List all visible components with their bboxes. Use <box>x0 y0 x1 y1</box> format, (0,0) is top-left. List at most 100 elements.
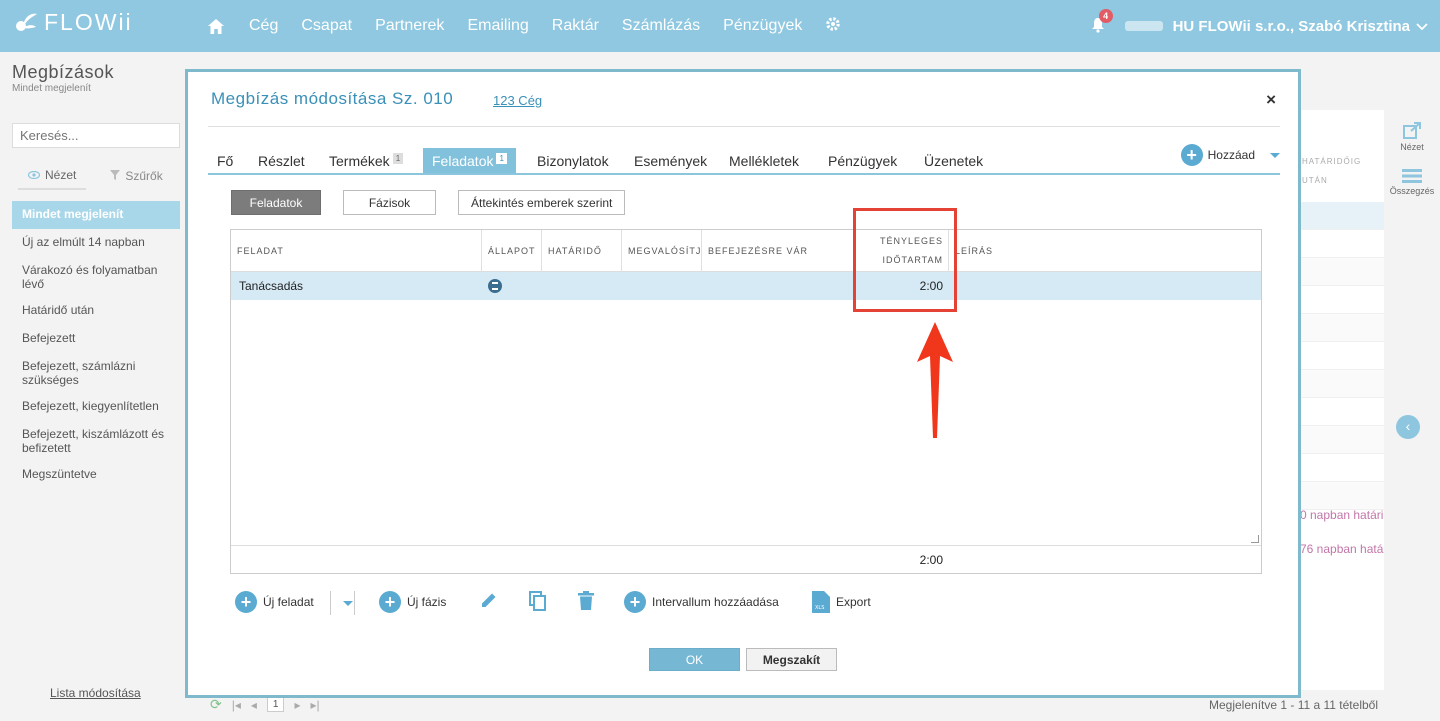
list-row[interactable] <box>1300 482 1384 510</box>
sidebar-item-finished-to-invoice[interactable]: Befejezett, számlázni szükséges <box>12 353 180 393</box>
bell-icon[interactable]: 4 <box>1091 9 1113 35</box>
nav-item-company[interactable]: Cég <box>249 17 278 35</box>
pager: ⟳ |◂ ◂ 1 ▸ ▸| <box>210 696 320 713</box>
list-row[interactable] <box>1300 370 1384 398</box>
tab-view[interactable]: Nézet <box>18 162 87 190</box>
next-page-icon[interactable]: ▸ <box>294 698 300 712</box>
tab-label: Termékek <box>329 153 390 169</box>
modal-tabs: Fő Részlet Termékek 1 Feladatok 1 Bizonyla… <box>208 144 1280 175</box>
list-row[interactable] <box>1300 230 1384 258</box>
subtab-phases[interactable]: Fázisok <box>343 190 436 215</box>
rail-view[interactable]: Nézet <box>1384 122 1440 152</box>
add-button[interactable]: + Hozzáad <box>1180 144 1280 166</box>
user-menu[interactable]: 4 HU FLOWii s.r.o., Szabó Krisztina <box>1091 0 1428 52</box>
flowii-logo[interactable]: FLOWii <box>12 9 133 36</box>
sidebar-item-finished-invoiced-paid[interactable]: Befejezett, kiszámlázott és befizetett <box>12 421 180 461</box>
background-list: HATÁRIDŐIG UTÁN 0 napban határi 76 napba… <box>1300 110 1384 690</box>
new-phase-button[interactable]: + Új fázis <box>379 591 446 613</box>
tab-filters[interactable]: Szűrők <box>100 162 172 190</box>
column-description[interactable]: LEÍRÁS <box>949 230 1261 272</box>
export-button[interactable]: XLS Export <box>812 591 871 613</box>
page-subtitle: Mindet megjelenít <box>12 83 91 94</box>
nav-item-team[interactable]: Csapat <box>301 17 352 35</box>
nav-item-partners[interactable]: Partnerek <box>375 17 444 35</box>
gear-icon[interactable] <box>825 16 841 37</box>
sidebar-item-finished[interactable]: Befejezett <box>12 325 180 353</box>
sidebar-item-finished-unpaid[interactable]: Befejezett, kiegyenlítetlen <box>12 393 180 421</box>
edit-list-link[interactable]: Lista módosítása <box>50 686 141 700</box>
subtab-tasks[interactable]: Feladatok <box>231 190 321 215</box>
sidebar-item-all[interactable]: Mindet megjelenít <box>12 201 180 229</box>
pencil-icon[interactable] <box>480 591 498 609</box>
tab-main[interactable]: Fő <box>208 148 242 173</box>
tab-events[interactable]: Események <box>625 148 716 173</box>
sidebar-item-waiting-in-progress[interactable]: Várakozó és folyamatban lévő <box>12 257 180 297</box>
close-icon[interactable]: × <box>1266 90 1276 110</box>
task-actions: + Új feladat + Új fázis + Intervallum ho… <box>235 591 1265 615</box>
tab-label: Feladatok <box>432 153 494 169</box>
tab-label: Fő <box>217 153 234 169</box>
ok-button[interactable]: OK <box>649 648 740 671</box>
sidebar-item-terminated[interactable]: Megszüntetve <box>12 461 180 489</box>
refresh-icon[interactable]: ⟳ <box>210 696 222 713</box>
tab-details[interactable]: Részlet <box>249 148 314 173</box>
list-row[interactable] <box>1300 258 1384 286</box>
tab-products[interactable]: Termékek 1 <box>320 148 412 173</box>
chevron-down-icon[interactable] <box>1416 18 1428 35</box>
list-row[interactable] <box>1300 314 1384 342</box>
first-page-icon[interactable]: |◂ <box>232 698 241 712</box>
new-task-label: Új feladat <box>263 595 314 609</box>
cancel-button[interactable]: Megszakít <box>746 648 837 671</box>
column-deadline[interactable]: HATÁRIDŐ <box>542 230 622 272</box>
plus-icon: + <box>1180 144 1203 166</box>
sidebar-item-overdue[interactable]: Határidő után <box>12 297 180 325</box>
nav-item-warehouse[interactable]: Raktár <box>552 17 599 35</box>
divider <box>330 591 331 615</box>
chevron-left-icon[interactable]: ‹ <box>1396 415 1420 439</box>
resize-handle[interactable] <box>1251 535 1259 543</box>
tab-attachments[interactable]: Mellékletek <box>720 148 808 173</box>
brand-name: FLOWii <box>44 9 133 35</box>
page-number[interactable]: 1 <box>266 697 285 712</box>
new-task-button[interactable]: + Új feladat <box>235 591 314 613</box>
caret-down-icon[interactable] <box>1270 152 1280 158</box>
home-icon[interactable] <box>205 15 227 37</box>
column-assignee[interactable]: MEGVALÓSÍTJA <box>622 230 702 272</box>
list-row[interactable] <box>1300 286 1384 314</box>
main-nav: Cég Csapat Partnerek Emailing Raktár Szá… <box>205 0 841 52</box>
list-row[interactable] <box>1300 398 1384 426</box>
table-row[interactable]: Tanácsadás 2:00 <box>231 272 1261 300</box>
page-title: Megbízások <box>12 62 115 82</box>
trash-icon[interactable] <box>578 591 594 610</box>
right-rail: Nézet Összegzés ‹ <box>1384 110 1440 710</box>
list-row[interactable] <box>1300 342 1384 370</box>
sidebar-item-new-14-days[interactable]: Új az elmúlt 14 napban <box>12 229 180 257</box>
copy-icon[interactable] <box>529 591 547 611</box>
tab-finances[interactable]: Pénzügyek <box>819 148 906 173</box>
column-task[interactable]: FELADAT <box>231 230 482 272</box>
column-status[interactable]: ÁLLAPOT <box>482 230 542 272</box>
subtab-overview-by-people[interactable]: Áttekintés emberek szerint <box>458 190 626 215</box>
prev-page-icon[interactable]: ◂ <box>251 698 257 712</box>
tab-messages[interactable]: Üzenetek <box>915 148 992 173</box>
modal-title: Megbízás módosítása Sz. 010 <box>211 89 454 108</box>
search-input[interactable] <box>12 123 180 148</box>
tab-tasks[interactable]: Feladatok 1 <box>423 148 516 173</box>
company-link[interactable]: 123 Cég <box>493 93 542 108</box>
tab-documents[interactable]: Bizonylatok <box>528 148 618 173</box>
rail-summary[interactable]: Összegzés <box>1384 168 1440 196</box>
new-phase-label: Új fázis <box>407 595 447 609</box>
tab-count-badge: 1 <box>496 153 507 164</box>
last-page-icon[interactable]: ▸| <box>311 698 320 712</box>
eye-icon <box>27 168 41 182</box>
add-interval-button[interactable]: + Intervallum hozzáadása <box>624 591 779 613</box>
caret-down-icon[interactable] <box>343 601 353 606</box>
nav-item-invoicing[interactable]: Számlázás <box>622 17 700 35</box>
nav-item-emailing[interactable]: Emailing <box>467 17 528 35</box>
list-row[interactable] <box>1300 426 1384 454</box>
list-row[interactable] <box>1300 454 1384 482</box>
redacted-text <box>1124 21 1163 31</box>
list-icon <box>1402 169 1422 183</box>
list-row[interactable] <box>1300 202 1384 230</box>
nav-item-finances[interactable]: Pénzügyek <box>723 17 802 35</box>
